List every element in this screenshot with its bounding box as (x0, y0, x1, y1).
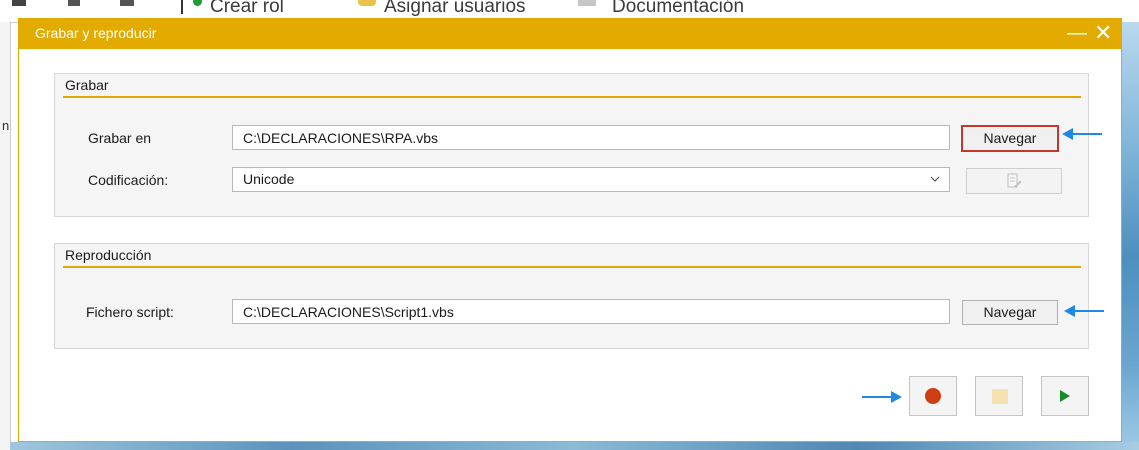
play-button[interactable] (1041, 376, 1089, 416)
annotation-arrow-script-browse (1064, 305, 1104, 317)
record-browse-button[interactable]: Navegar (961, 125, 1059, 152)
dialog-title: Grabar y reproducir (35, 25, 157, 41)
assign-users-button[interactable]: Asignar usuarios (384, 0, 526, 18)
record-icon (925, 388, 941, 404)
create-role-icon (193, 0, 202, 6)
minimize-icon: — (1067, 22, 1087, 44)
annotation-arrow-record-browse (1062, 128, 1102, 140)
stop-icon (992, 389, 1008, 404)
background-left-panel: n (0, 22, 11, 450)
play-icon (1060, 390, 1070, 402)
script-file-label: Fichero script: (86, 304, 174, 320)
desktop-wallpaper-bottom (10, 442, 1139, 450)
close-button[interactable]: ✕ (1094, 20, 1112, 46)
documentation-button[interactable]: Documentación (612, 0, 744, 18)
edit-encoding-button (966, 168, 1062, 194)
record-group: Grabar Grabar en Navegar Codificación: U… (54, 73, 1089, 217)
playback-group-title: Reproducción (65, 247, 152, 263)
minimize-button[interactable]: — (1067, 20, 1087, 46)
up-arrow-icon (120, 0, 134, 6)
record-path-label: Grabar en (88, 130, 152, 146)
chevron-down-icon (930, 176, 940, 182)
script-file-input[interactable] (232, 299, 950, 324)
stop-button[interactable] (975, 376, 1023, 416)
script-browse-button[interactable]: Navegar (962, 300, 1058, 325)
playback-group: Reproducción Fichero script: Navegar (54, 243, 1089, 349)
desktop-wallpaper (1120, 22, 1139, 450)
record-group-header: Grabar (63, 74, 1081, 98)
create-role-button[interactable]: Crear rol (210, 0, 284, 18)
close-icon: ✕ (1094, 20, 1113, 45)
encoding-label: Codificación: (88, 172, 169, 188)
back-icon (12, 0, 26, 6)
edit-document-icon (1007, 173, 1022, 188)
annotation-arrow-record-button (862, 391, 902, 403)
background-left-text: n (2, 118, 10, 133)
record-play-dialog: Grabar y reproducir — ✕ Grabar Grabar en… (18, 18, 1122, 442)
toolbar-separator (181, 0, 183, 14)
documentation-icon (578, 0, 596, 6)
record-button[interactable] (909, 376, 957, 416)
record-path-input[interactable] (232, 125, 950, 150)
dialog-titlebar[interactable]: Grabar y reproducir — ✕ (19, 19, 1121, 49)
encoding-value: Unicode (243, 171, 295, 187)
record-group-title: Grabar (65, 77, 109, 93)
down-arrow-icon (68, 0, 80, 6)
encoding-select[interactable]: Unicode (232, 167, 950, 192)
assign-users-icon (358, 0, 376, 6)
playback-group-header: Reproducción (63, 244, 1081, 268)
